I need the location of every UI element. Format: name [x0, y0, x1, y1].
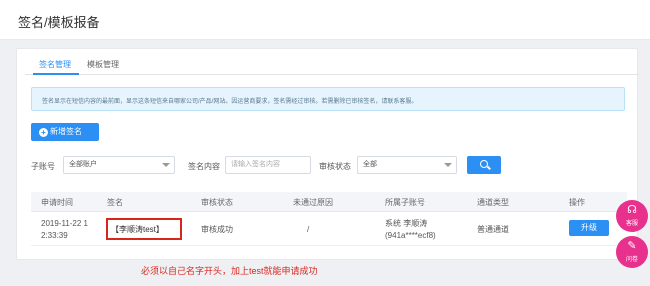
status-select-value: 全部	[363, 161, 377, 168]
plus-icon: +	[39, 128, 48, 137]
header-bar: 签名/模板报备	[0, 0, 650, 40]
active-tab-indicator	[33, 73, 79, 75]
account-select[interactable]: 全部账户	[63, 156, 175, 174]
survey-button[interactable]: ✎ 问卷	[616, 236, 648, 268]
headset-icon: ☊	[627, 204, 637, 216]
survey-icon: ✎	[627, 240, 637, 252]
account-select-value: 全部账户	[69, 161, 97, 168]
account-filter-label: 子账号	[31, 162, 55, 171]
chevron-down-icon	[162, 163, 170, 167]
sub-account-line2: (941a****ecf8)	[385, 231, 436, 240]
status-filter-label: 审核状态	[319, 162, 351, 171]
col-sub-account: 所属子账号	[385, 198, 425, 207]
table-row: 2019-11-22 1 2:33:39 【李顺涛test】 审核成功 / 系统…	[31, 212, 627, 246]
customer-service-label: 客服	[625, 221, 638, 227]
notice-banner: 签名显示在短信内容的最前面，显示这条短信来自哪家公司/产品/网站。因运营商要求，…	[31, 87, 625, 111]
status-select[interactable]: 全部	[357, 156, 457, 174]
col-reject-reason: 未通过原因	[293, 198, 333, 207]
search-button[interactable]	[467, 156, 501, 174]
col-channel-type: 通道类型	[477, 198, 509, 207]
tab-signature-management[interactable]: 签名管理	[39, 59, 71, 70]
review-status-cell: 审核成功	[201, 225, 233, 234]
content-filter-label: 签名内容	[188, 162, 220, 171]
apply-time-line1: 2019-11-22 1	[41, 219, 88, 228]
signature-cell: 【李顺涛test】	[111, 225, 164, 234]
customer-service-button[interactable]: ☊ 客服	[616, 200, 648, 232]
col-signature: 签名	[107, 198, 123, 207]
upgrade-button[interactable]: 升级	[569, 220, 609, 236]
col-review-status: 审核状态	[201, 198, 233, 207]
col-actions: 操作	[569, 198, 585, 207]
add-signature-button[interactable]: + 新增签名	[31, 123, 99, 141]
signature-content-input[interactable]: 请输入签名内容	[225, 156, 311, 174]
annotation-note: 必须以自己名字开头，加上test就能申请成功	[141, 266, 318, 276]
search-icon	[480, 160, 488, 168]
apply-time-line2: 2:33:39	[41, 231, 68, 240]
tab-template-management[interactable]: 模板管理	[87, 59, 119, 70]
add-signature-label: 新增签名	[50, 127, 82, 136]
channel-type-cell: 普通通道	[477, 225, 509, 234]
content-card: 签名管理 模板管理 签名显示在短信内容的最前面，显示这条短信来自哪家公司/产品/…	[16, 48, 639, 260]
table-header: 申请时间 签名 审核状态 未通过原因 所属子账号 通道类型 操作	[31, 192, 627, 212]
col-apply-time: 申请时间	[41, 198, 73, 207]
chevron-down-icon	[444, 163, 452, 167]
sub-account-line1: 系统 李顺涛	[385, 219, 428, 228]
tab-bar: 签名管理 模板管理	[25, 57, 639, 75]
survey-label: 问卷	[625, 257, 638, 263]
reject-reason-cell: /	[307, 225, 310, 234]
page-title: 签名/模板报备	[18, 15, 100, 30]
